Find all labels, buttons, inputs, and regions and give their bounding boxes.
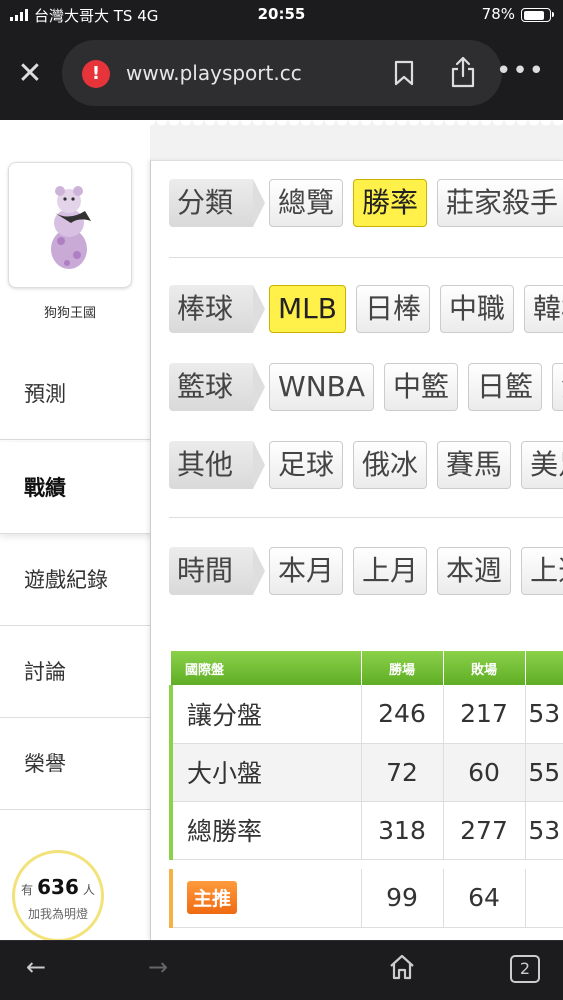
sidebar-item-discussion[interactable]: 討論: [0, 626, 150, 718]
chip-jbl[interactable]: 日籃: [468, 363, 543, 411]
filter-row-time: 時間 本月 上月 本週 上週: [169, 547, 563, 597]
chip-overview[interactable]: 總覽: [269, 179, 344, 227]
col-header: 國際盤: [171, 651, 362, 685]
col-header: 敗場: [443, 651, 526, 685]
tabs-button[interactable]: 2: [510, 955, 540, 983]
chip-american-football[interactable]: 美足: [521, 441, 563, 489]
chip-ice-hockey[interactable]: 俄冰: [353, 441, 428, 489]
chip-this-week[interactable]: 本週: [437, 547, 512, 595]
chip-this-month[interactable]: 本月: [269, 547, 344, 595]
close-icon[interactable]: ✕: [14, 58, 46, 90]
avatar[interactable]: [8, 162, 132, 288]
row-name: 總勝率: [169, 801, 362, 860]
filter-label: 籃球: [169, 363, 266, 411]
chip-last-week[interactable]: 上週: [521, 547, 563, 595]
forward-arrow-icon[interactable]: →: [148, 953, 168, 981]
chip-win-rate[interactable]: 勝率: [353, 179, 428, 227]
fans-count: 636: [37, 875, 79, 899]
browser-toolbar: ← → 2: [0, 940, 563, 1000]
rate-cell: [525, 869, 563, 928]
table-spacer: [171, 859, 563, 869]
col-header: 勝場: [361, 651, 444, 685]
recommended-badge: 主推: [187, 881, 238, 915]
browser-url-bar: ✕ ! www.playsport.cc •••: [0, 30, 563, 120]
table-row: 讓分盤 246 217 53: [169, 685, 563, 744]
table-row: 大小盤 72 60 55: [169, 743, 563, 802]
chip-last-month[interactable]: 上月: [353, 547, 428, 595]
filter-row-basketball: 籃球 WNBA 中籃 日籃 澳籃: [169, 363, 563, 413]
stats-table: 國際盤 勝場 敗場 讓分盤 246 217 53 大小盤 72 60 55 總勝…: [169, 651, 563, 928]
chip-npb[interactable]: 日棒: [355, 285, 430, 333]
web-page: 狗狗王國 預測 戰績 遊戲紀錄 討論 榮譽 有 636 人 加我為明燈 分類 總覽 …: [0, 120, 563, 940]
profile-sidebar: 狗狗王國 預測 戰績 遊戲紀錄 討論 榮譽 有 636 人 加我為明燈: [0, 120, 160, 940]
divider: [169, 517, 563, 518]
filter-row-other: 其他 足球 俄冰 賽馬 美足: [169, 441, 563, 491]
wins-cell: 72: [361, 743, 444, 802]
filter-row-category: 分類 總覽 勝率 莊家殺手: [169, 179, 563, 229]
wins-cell: 246: [361, 685, 444, 744]
follow-badge[interactable]: 有 636 人 加我為明燈: [12, 850, 104, 940]
home-icon[interactable]: [388, 953, 416, 981]
table-header: 國際盤 勝場 敗場: [171, 651, 563, 685]
chip-soccer[interactable]: 足球: [269, 441, 344, 489]
chip-cpbl[interactable]: 中職: [440, 285, 515, 333]
filter-label: 時間: [169, 547, 266, 595]
url-text[interactable]: www.playsport.cc: [126, 61, 302, 85]
losses-cell: 60: [443, 743, 526, 802]
chip-kbo[interactable]: 韓棒: [524, 285, 563, 333]
losses-cell: 217: [443, 685, 526, 744]
security-warning-icon[interactable]: !: [82, 60, 110, 88]
losses-cell: 277: [443, 801, 526, 860]
rate-cell: 53: [525, 801, 563, 860]
row-name: 讓分盤: [169, 685, 362, 744]
battery-percent: 78%: [481, 5, 515, 23]
sidebar-item-prediction[interactable]: 預測: [0, 348, 150, 440]
rate-cell: 55: [525, 743, 563, 802]
bookmark-icon[interactable]: [394, 60, 414, 86]
table-row: 總勝率 318 277 53: [169, 801, 563, 860]
losses-cell: 64: [443, 869, 526, 928]
back-arrow-icon[interactable]: ←: [26, 953, 46, 981]
table-row: 主推 99 64: [169, 869, 563, 928]
chip-horse-racing[interactable]: 賽馬: [437, 441, 512, 489]
row-name: 大小盤: [169, 743, 362, 802]
chip-cba[interactable]: 中籃: [384, 363, 459, 411]
address-field[interactable]: ! www.playsport.cc: [62, 40, 502, 106]
fans-suffix: 人: [82, 883, 95, 897]
battery-icon: [521, 8, 554, 22]
dog-avatar-icon: [51, 186, 91, 269]
chip-mlb[interactable]: MLB: [269, 285, 346, 333]
chip-wnba[interactable]: WNBA: [269, 363, 375, 411]
stats-panel: 分類 總覽 勝率 莊家殺手 棒球 MLB 日棒 中職 韓棒 籃球 WNBA 中籃…: [150, 160, 563, 940]
wins-cell: 99: [361, 869, 444, 928]
status-bar: 台灣大哥大 TS 4G 20:55 78%: [0, 0, 563, 30]
username[interactable]: 狗狗王國: [0, 302, 140, 321]
wins-cell: 318: [361, 801, 444, 860]
divider: [169, 257, 563, 258]
col-header: [525, 651, 563, 685]
share-icon[interactable]: [450, 56, 476, 88]
row-name: 主推: [169, 869, 362, 928]
sidebar-item-record[interactable]: 戰績: [0, 442, 160, 534]
clock: 20:55: [257, 5, 306, 23]
sidebar-item-game-log[interactable]: 遊戲紀錄: [0, 534, 150, 626]
filter-label: 分類: [169, 179, 266, 227]
more-options-icon[interactable]: •••: [496, 56, 545, 86]
filter-label: 棒球: [169, 285, 266, 333]
filter-label: 其他: [169, 441, 266, 489]
chip-bookmaker-killer[interactable]: 莊家殺手: [437, 179, 563, 227]
follow-label: 加我為明燈: [27, 907, 88, 921]
chip-nbl[interactable]: 澳籃: [552, 363, 563, 411]
rate-cell: 53: [525, 685, 563, 744]
fans-prefix: 有: [21, 883, 34, 897]
sidebar-item-honor[interactable]: 榮譽: [0, 718, 150, 810]
filter-row-baseball: 棒球 MLB 日棒 中職 韓棒: [169, 285, 563, 335]
